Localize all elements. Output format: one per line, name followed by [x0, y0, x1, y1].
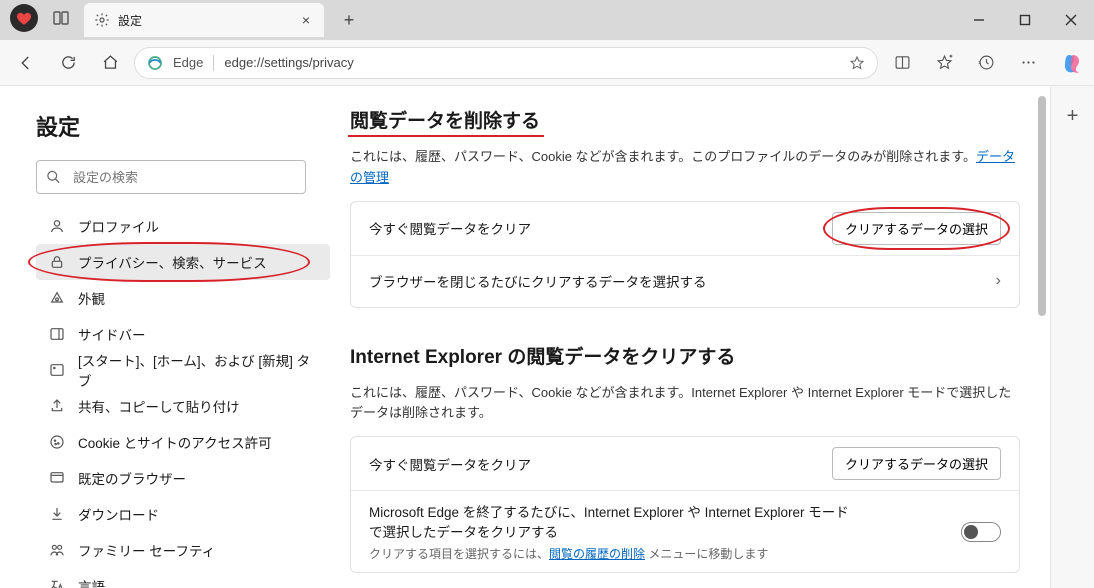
lock-icon [48, 253, 66, 271]
sidebar-item-label: 言語 [78, 576, 105, 588]
sidebar-item-label: 外観 [78, 288, 105, 308]
settings-search-input[interactable] [36, 160, 306, 194]
row-label: Microsoft Edge を終了するたびに、Internet Explore… [369, 501, 849, 541]
settings-sidebar: 設定 プロファイルプライバシー、検索、サービス外観サイドバー [スタート]、[ホー… [0, 86, 330, 588]
close-tab-button[interactable]: × [298, 12, 314, 28]
ie-clear-on-exit-row: Microsoft Edge を終了するたびに、Internet Explore… [351, 490, 1019, 572]
cookie-icon [48, 433, 66, 451]
row-label: ブラウザーを閉じるたびにクリアするデータを選択する [369, 271, 707, 291]
address-bar[interactable]: Edge edge://settings/privacy [134, 47, 878, 79]
history-button[interactable] [968, 45, 1004, 81]
section-description: これには、履歴、パスワード、Cookie などが含まれます。このプロファイルのデ… [350, 147, 1020, 189]
right-rail: + [1050, 86, 1094, 588]
maximize-button[interactable] [1002, 0, 1048, 40]
favorites-button[interactable] [926, 45, 962, 81]
row-label: 今すぐ閲覧データをクリア [369, 218, 531, 238]
scrollbar-thumb[interactable] [1038, 96, 1046, 316]
share-icon [48, 397, 66, 415]
section-clear-browsing-data: 閲覧データを削除する これには、履歴、パスワード、Cookie などが含まれます… [350, 106, 1020, 308]
sidebar-item-appearance[interactable]: 外観 [36, 280, 330, 316]
sidebar-item-label: サイドバー [78, 324, 146, 344]
section-heading: 閲覧データを削除する [350, 106, 540, 133]
window-titlebar: 設定 × + [0, 0, 1094, 40]
sidebar-item-label: ダウンロード [78, 504, 159, 524]
settings-main: 閲覧データを削除する これには、履歴、パスワード、Cookie などが含まれます… [330, 86, 1050, 588]
settings-nav: プロファイルプライバシー、検索、サービス外観サイドバー [スタート]、[ホーム]、… [36, 208, 330, 588]
workspaces-button[interactable] [46, 3, 76, 33]
sidebar-item-language[interactable]: 言語 [36, 568, 330, 588]
ie-clear-now-row: 今すぐ閲覧データをクリア クリアするデータの選択 [351, 437, 1019, 490]
profile-avatar[interactable] [10, 4, 38, 32]
split-screen-button[interactable] [884, 45, 920, 81]
ie-clear-on-exit-toggle[interactable] [961, 522, 1001, 542]
row-label: 今すぐ閲覧データをクリア [369, 454, 531, 474]
content-area: 設定 プロファイルプライバシー、検索、サービス外観サイドバー [スタート]、[ホー… [0, 86, 1094, 588]
new-tab-button[interactable]: + [332, 3, 366, 37]
refresh-button[interactable] [50, 45, 86, 81]
section-description: これには、履歴、パスワード、Cookie などが含まれます。Internet E… [350, 383, 1020, 425]
copilot-button[interactable] [1056, 48, 1086, 78]
browser-tab[interactable]: 設定 × [84, 3, 324, 37]
sidebar-item-label: [スタート]、[ホーム]、および [新規] タブ [78, 350, 318, 390]
sidebar-item-label: ファミリー セーフティ [78, 540, 215, 560]
family-icon [48, 541, 66, 559]
profile-icon [48, 217, 66, 235]
more-button[interactable] [1010, 45, 1046, 81]
sidebar-item-label: プライバシー、検索、サービス [78, 252, 267, 272]
delete-history-link[interactable]: 閲覧の履歴の削除 [549, 547, 645, 561]
home-icon [48, 361, 66, 379]
minimize-button[interactable] [956, 0, 1002, 40]
sidebar-item-cookie[interactable]: Cookie とサイトのアクセス許可 [36, 424, 330, 460]
row-subtext: クリアする項目を選択するには、閲覧の履歴の削除 メニューに移動します [369, 545, 849, 562]
page-title: 設定 [36, 110, 330, 142]
gear-icon [94, 12, 110, 28]
search-icon [46, 170, 61, 185]
sidebar-item-sidebar[interactable]: サイドバー [36, 316, 330, 352]
url-brand: Edge [173, 55, 203, 70]
section-ie-clear-data: Internet Explorer の閲覧データをクリアする これには、履歴、パ… [350, 342, 1020, 574]
sidebar-item-share[interactable]: 共有、コピーして貼り付け [36, 388, 330, 424]
tab-title: 設定 [118, 12, 290, 29]
sidebar-item-label: Cookie とサイトのアクセス許可 [78, 432, 272, 452]
ie-choose-what-to-clear-button[interactable]: クリアするデータの選択 [832, 447, 1001, 480]
browser-icon [48, 469, 66, 487]
sidebar-item-family[interactable]: ファミリー セーフティ [36, 532, 330, 568]
sidebar-item-profile[interactable]: プロファイル [36, 208, 330, 244]
url-text: edge://settings/privacy [224, 55, 353, 70]
home-button[interactable] [92, 45, 128, 81]
sidebar-item-browser[interactable]: 既定のブラウザー [36, 460, 330, 496]
scrollbar[interactable] [1036, 96, 1046, 578]
favorite-star-icon[interactable] [849, 55, 865, 71]
clear-now-row: 今すぐ閲覧データをクリア クリアするデータの選択 [351, 202, 1019, 255]
sidebar-item-label: プロファイル [78, 216, 159, 236]
sidebar-item-label: 既定のブラウザー [78, 468, 186, 488]
download-icon [48, 505, 66, 523]
back-button[interactable] [8, 45, 44, 81]
add-tool-button[interactable]: + [1055, 98, 1091, 134]
toolbar: Edge edge://settings/privacy [0, 40, 1094, 86]
close-window-button[interactable] [1048, 0, 1094, 40]
sidebar-item-home[interactable]: [スタート]、[ホーム]、および [新規] タブ [36, 352, 330, 388]
sidebar-item-label: 共有、コピーして貼り付け [78, 396, 240, 416]
choose-what-to-clear-button[interactable]: クリアするデータの選択 [832, 212, 1001, 245]
sidebar-item-lock[interactable]: プライバシー、検索、サービス [36, 244, 330, 280]
edge-logo-icon [147, 55, 163, 71]
sidebar-icon [48, 325, 66, 343]
section-heading: Internet Explorer の閲覧データをクリアする [350, 342, 735, 369]
clear-on-close-row[interactable]: ブラウザーを閉じるたびにクリアするデータを選択する › [351, 255, 1019, 307]
chevron-right-icon: › [996, 272, 1001, 290]
appearance-icon [48, 289, 66, 307]
sidebar-item-download[interactable]: ダウンロード [36, 496, 330, 532]
language-icon [48, 577, 66, 588]
